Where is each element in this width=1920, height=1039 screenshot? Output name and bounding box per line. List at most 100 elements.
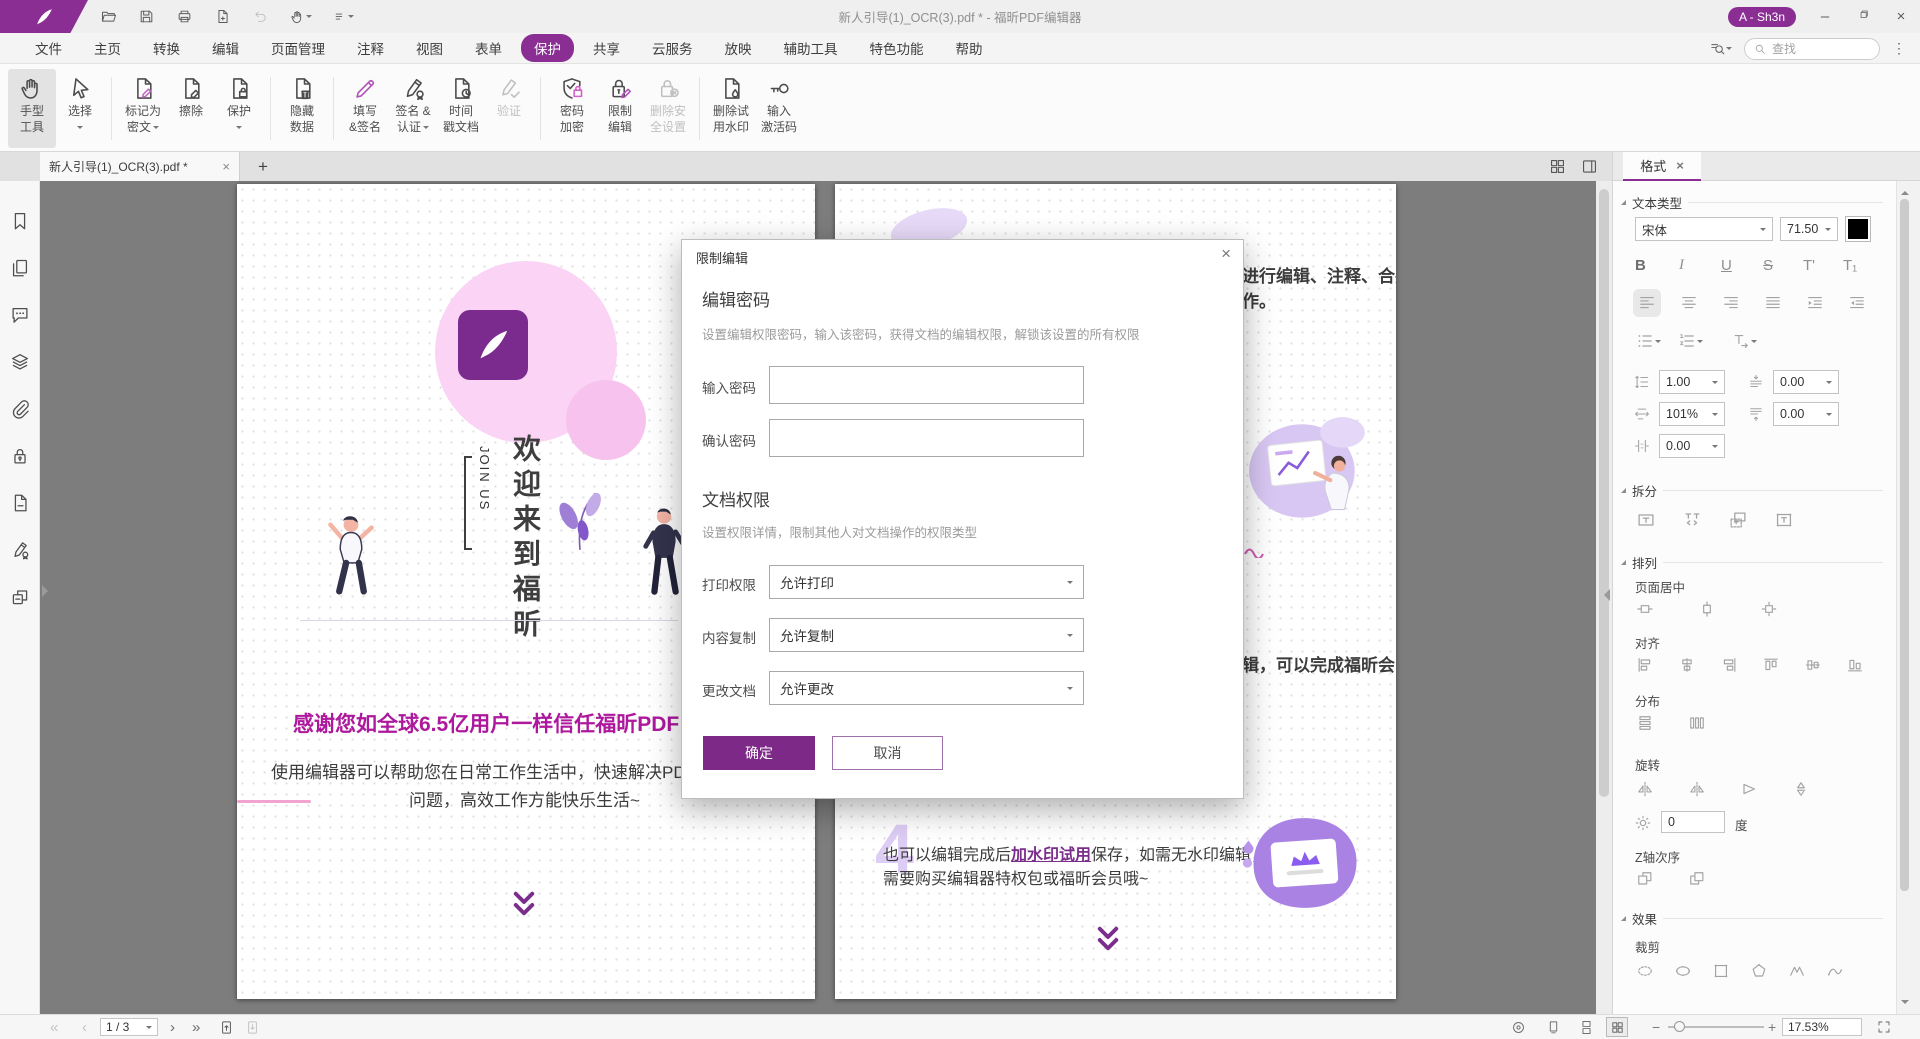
section-split[interactable]: 拆分 xyxy=(1621,481,1883,500)
crop-zigzag-icon[interactable] xyxy=(1787,961,1807,981)
last-page-button[interactable]: » xyxy=(192,1015,200,1039)
ribbon-tool-validate[interactable]: 验证 xyxy=(485,69,533,148)
align-justify-icon[interactable] xyxy=(1763,293,1783,313)
character-spacing-input[interactable]: 0.00 xyxy=(1659,434,1725,458)
tab-accessibility[interactable]: 辅助工具 xyxy=(771,34,851,62)
comments-panel-icon[interactable] xyxy=(9,304,31,326)
center-vertical-icon[interactable] xyxy=(1697,599,1717,619)
confirm-password-input[interactable] xyxy=(770,420,1083,456)
ribbon-tool-activation-code[interactable]: 输入激活码 xyxy=(755,69,803,148)
strikethrough-button[interactable]: S xyxy=(1763,257,1773,274)
align-right-icon[interactable] xyxy=(1721,293,1741,313)
customize-toolbar[interactable] xyxy=(333,9,354,24)
tab-help[interactable]: 帮助 xyxy=(943,34,996,62)
dialog-close-icon[interactable]: × xyxy=(1221,244,1231,264)
line-spacing-input[interactable]: 1.00 xyxy=(1659,370,1725,394)
organize-panel-icon[interactable] xyxy=(9,586,31,608)
underline-button[interactable]: U xyxy=(1721,257,1732,274)
section-text-type[interactable]: 文本类型 xyxy=(1621,193,1883,212)
duplicate-textbox-icon[interactable] xyxy=(1727,509,1749,531)
layers-panel-icon[interactable] xyxy=(9,351,31,373)
app-logo[interactable] xyxy=(0,0,88,33)
superscript-button[interactable]: T' xyxy=(1803,257,1815,274)
tab-cloud[interactable]: 云服务 xyxy=(639,34,706,62)
ribbon-tool-password-encrypt[interactable]: 密码加密 xyxy=(548,69,596,148)
scroll-up-arrow[interactable] xyxy=(1901,187,1909,195)
destinations-panel-icon[interactable] xyxy=(9,492,31,514)
modify-permission-select[interactable]: 允许更改 xyxy=(769,671,1084,705)
ribbon-tool-timestamp[interactable]: 时间戳文档 xyxy=(437,69,485,148)
fullscreen-icon[interactable] xyxy=(1876,1019,1892,1035)
tab-comment[interactable]: 注释 xyxy=(344,34,397,62)
next-view-icon[interactable] xyxy=(244,1019,261,1036)
tab-protect[interactable]: 保护 xyxy=(521,34,574,62)
ribbon-tool-hand[interactable]: 手型工具 xyxy=(8,69,56,148)
zoom-in-button[interactable]: + xyxy=(1768,1015,1776,1039)
send-backward-icon[interactable] xyxy=(1635,869,1655,889)
new-tab-button[interactable]: + xyxy=(252,156,274,178)
flip-right-icon[interactable] xyxy=(1687,779,1707,799)
next-page-button[interactable]: › xyxy=(170,1015,175,1039)
font-family-select[interactable]: 宋体 xyxy=(1635,217,1773,241)
format-panel-tab[interactable]: 格式 × xyxy=(1623,152,1701,181)
ribbon-tool-erase[interactable]: 擦除 xyxy=(167,69,215,148)
document-scrollbar-thumb[interactable] xyxy=(1599,189,1609,797)
save-icon[interactable] xyxy=(138,8,155,25)
rotation-angle-input[interactable]: 0 xyxy=(1661,811,1725,833)
italic-button[interactable]: I xyxy=(1679,257,1684,274)
tab-home[interactable]: 主页 xyxy=(81,34,134,62)
ribbon-tool-sign-certify[interactable]: 签名 &认证 xyxy=(389,69,437,148)
format-scrollbar-thumb[interactable] xyxy=(1900,199,1909,891)
ok-button[interactable]: 确定 xyxy=(703,736,815,770)
ribbon-tool-remove-security[interactable]: 删除安全设置 xyxy=(644,69,692,148)
tab-view[interactable]: 视图 xyxy=(403,34,456,62)
first-page-button[interactable]: « xyxy=(50,1015,58,1039)
facing-view-button[interactable] xyxy=(1606,1017,1628,1037)
print-icon[interactable] xyxy=(176,8,193,25)
watermark-trial-link[interactable]: 加水印试用 xyxy=(1011,847,1091,864)
zoom-out-button[interactable]: − xyxy=(1652,1015,1660,1039)
align-center-icon[interactable] xyxy=(1679,293,1699,313)
zoom-value-box[interactable]: 17.53% xyxy=(1782,1018,1862,1036)
numbered-list-button[interactable] xyxy=(1677,331,1703,351)
font-size-select[interactable]: 71.50 xyxy=(1780,217,1838,241)
left-panel-expand-handle[interactable] xyxy=(42,585,54,597)
tab-edit[interactable]: 编辑 xyxy=(199,34,252,62)
tab-form[interactable]: 表单 xyxy=(462,34,515,62)
undo-icon[interactable] xyxy=(252,8,269,25)
rotate-play-icon[interactable] xyxy=(1739,779,1759,799)
ribbon-tool-hide-data[interactable]: 隐藏数据 xyxy=(278,69,326,148)
hand-tool-quick[interactable] xyxy=(290,9,312,25)
distribute-vertical-icon[interactable] xyxy=(1635,713,1655,733)
space-after-input[interactable]: 0.00 xyxy=(1773,402,1839,426)
ribbon-tool-redact[interactable]: 标记为密文 xyxy=(119,69,167,148)
search-input[interactable] xyxy=(1772,42,1862,56)
side-panel-toggle-icon[interactable] xyxy=(1580,157,1599,176)
tab-share[interactable]: 共享 xyxy=(580,34,633,62)
single-page-view-icon[interactable] xyxy=(1545,1019,1562,1036)
crop-rectangle-icon[interactable] xyxy=(1711,961,1731,981)
ribbon-tool-remove-watermark[interactable]: 删除试用水印 xyxy=(707,69,755,148)
previous-view-icon[interactable] xyxy=(218,1019,235,1036)
reading-mode-icon[interactable] xyxy=(1510,1019,1527,1036)
open-file-icon[interactable] xyxy=(100,8,117,25)
advanced-search-button[interactable] xyxy=(1709,40,1732,57)
ribbon-tool-restrict-editing[interactable]: 限制编辑 xyxy=(596,69,644,148)
copy-permission-select[interactable]: 允许复制 xyxy=(769,618,1084,652)
cancel-button[interactable]: 取消 xyxy=(832,736,943,770)
tab-page-management[interactable]: 页面管理 xyxy=(258,34,338,62)
document-scrollbar[interactable] xyxy=(1596,181,1612,1014)
align-objects-bottom-icon[interactable] xyxy=(1845,655,1865,675)
right-panel-collapse-handle[interactable] xyxy=(1598,589,1610,601)
multi-tab-view-icon[interactable] xyxy=(1548,157,1567,176)
signatures-panel-icon[interactable] xyxy=(9,539,31,561)
bullet-list-button[interactable] xyxy=(1635,331,1661,351)
close-button[interactable]: × xyxy=(1892,8,1910,25)
decrease-indent-icon[interactable] xyxy=(1847,293,1867,313)
space-before-input[interactable]: 0.00 xyxy=(1773,370,1839,394)
crop-curve-icon[interactable] xyxy=(1825,961,1845,981)
search-box[interactable] xyxy=(1744,38,1880,60)
more-options-icon[interactable]: ⋮ xyxy=(1892,40,1906,57)
text-direction-button[interactable] xyxy=(1731,331,1757,351)
thumbnails-panel-icon[interactable] xyxy=(9,257,31,279)
